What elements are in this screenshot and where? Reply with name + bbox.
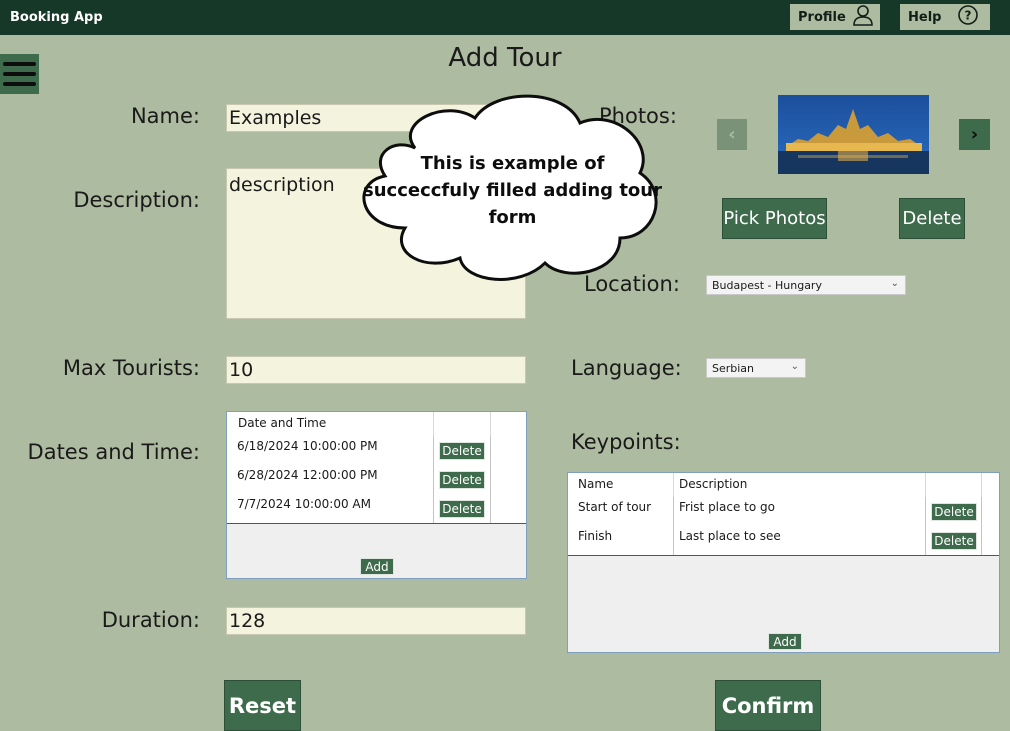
callout-text: This is example of succeccfuly filled ad… [363,153,662,228]
confirm-button[interactable]: Confirm [715,680,821,731]
delete-date-button[interactable]: Delete [439,500,485,518]
top-bar: Booking App Profile Help ? [0,0,1010,35]
max-tourists-label: Max Tourists: [62,356,200,380]
name-label: Name: [130,104,200,128]
profile-button[interactable]: Profile [790,4,880,30]
page-title: Add Tour [448,43,562,73]
svg-text:?: ? [965,9,972,23]
name-column-header: Name [573,473,674,497]
question-circle-icon: ? [957,4,979,30]
date-column-header: Date and Time [232,412,434,436]
keypoints-grid: Name Description Start of tour Frist pla… [567,472,1000,653]
keypoint-name-cell: Finish [573,526,674,555]
language-select[interactable]: Serbian ⌄ [706,358,806,378]
dates-label: Dates and Time: [27,440,200,464]
chevron-down-icon: ⌄ [790,361,799,372]
delete-date-button[interactable]: Delete [439,471,485,489]
delete-photo-button[interactable]: Delete [899,198,965,239]
delete-keypoint-button[interactable]: Delete [931,503,977,521]
dates-grid-header: Date and Time [227,412,526,437]
duration-label: Duration: [101,608,200,632]
chevron-right-icon[interactable]: › [959,119,990,150]
delete-keypoint-button[interactable]: Delete [931,532,977,550]
chevron-left-icon[interactable]: ‹ [717,119,747,150]
description-label: Description: [73,188,200,212]
date-cell: 6/18/2024 10:00:00 PM [232,436,434,465]
add-date-button[interactable]: Add [360,558,394,575]
help-button[interactable]: Help ? [900,4,990,30]
keypoints-label: Keypoints: [571,430,681,454]
keypoint-description-cell: Last place to see [674,526,926,555]
date-cell: 6/28/2024 12:00:00 PM [232,465,434,494]
reset-button[interactable]: Reset [224,680,301,731]
pick-photos-button[interactable]: Pick Photos [722,198,827,239]
max-tourists-input[interactable]: 10 [226,356,526,384]
language-label: Language: [571,356,682,380]
keypoint-name-cell: Start of tour [573,497,674,526]
language-value: Serbian [712,361,755,375]
location-select[interactable]: Budapest - Hungary ⌄ [706,275,906,295]
dates-grid: Date and Time 6/18/2024 10:00:00 PM 6/28… [226,411,527,579]
date-cell: 7/7/2024 10:00:00 AM [232,494,434,523]
delete-date-button[interactable]: Delete [439,442,485,460]
location-value: Budapest - Hungary [712,278,822,292]
keypoints-grid-header: Name Description [568,473,999,498]
tour-photo [778,95,929,174]
user-icon [852,4,874,30]
keypoint-description-cell: Frist place to go [674,497,926,526]
help-label: Help [908,9,942,25]
duration-input[interactable]: 128 [226,607,526,635]
profile-label: Profile [798,9,846,25]
app-title: Booking App [10,10,103,25]
description-column-header: Description [674,473,926,497]
add-keypoint-button[interactable]: Add [768,633,802,650]
chevron-down-icon: ⌄ [890,278,899,289]
